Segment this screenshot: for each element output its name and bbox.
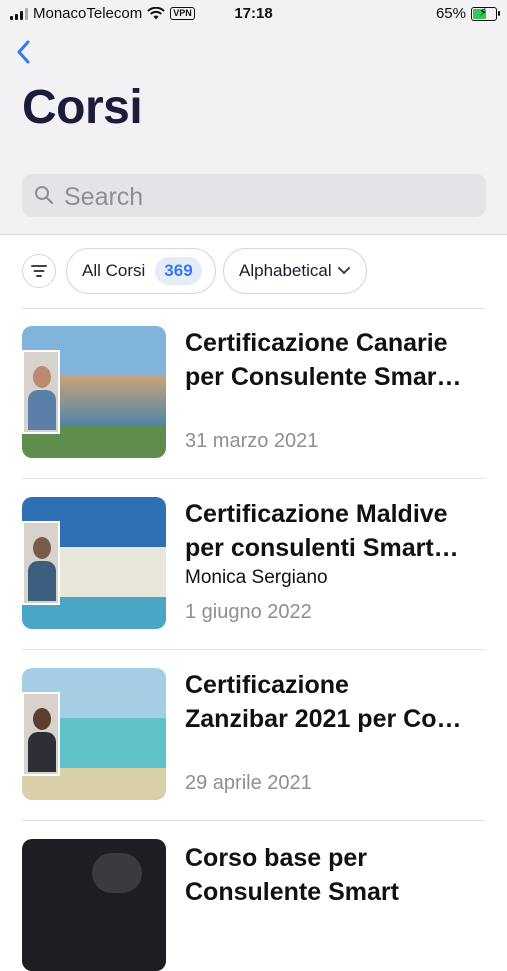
course-count-badge: 369 bbox=[155, 257, 202, 285]
course-item[interactable]: Corso base per Consulente Smart bbox=[22, 839, 486, 971]
divider bbox=[22, 308, 486, 309]
battery-icon: ⚡ bbox=[471, 5, 500, 21]
chevron-left-icon bbox=[17, 40, 30, 64]
divider bbox=[22, 820, 486, 821]
chevron-down-icon bbox=[337, 267, 350, 275]
filter-icon-line bbox=[31, 265, 47, 267]
sort-dropdown[interactable]: Alphabetical bbox=[223, 248, 367, 294]
search-icon bbox=[35, 186, 54, 205]
course-thumbnail bbox=[22, 497, 166, 629]
course-item[interactable]: Certificazione Maldive per consulenti Sma… bbox=[22, 497, 486, 629]
back-button[interactable] bbox=[16, 40, 40, 68]
course-date: 29 aprile 2021 bbox=[185, 772, 312, 794]
course-thumbnail bbox=[22, 839, 166, 971]
course-thumbnail bbox=[22, 668, 166, 800]
status-bar: MonacoTelecom VPN 17:18 65% ⚡ bbox=[0, 0, 507, 28]
filter-button[interactable] bbox=[22, 254, 56, 288]
course-item[interactable]: Certificazione Canarie per Consulente Sma… bbox=[22, 326, 486, 458]
page-title: Corsi bbox=[22, 81, 143, 134]
course-date: 31 marzo 2021 bbox=[185, 430, 319, 452]
course-thumbnail bbox=[22, 326, 166, 458]
status-time: 17:18 bbox=[234, 5, 273, 22]
filter-icon-line bbox=[36, 275, 42, 277]
filter-icon-line bbox=[33, 270, 45, 272]
course-title: Corso base per Consulente Smart bbox=[185, 844, 399, 906]
all-courses-label: All Corsi bbox=[82, 261, 146, 280]
divider bbox=[22, 649, 486, 650]
course-title: Certificazione Maldive per consulenti Sma… bbox=[185, 500, 459, 562]
divider bbox=[22, 478, 486, 479]
search-input[interactable]: Search bbox=[22, 174, 486, 217]
battery-percent: 65% bbox=[435, 5, 466, 22]
course-title: Certificazione Canarie per Consulente Sma… bbox=[185, 329, 462, 391]
sort-label: Alphabetical bbox=[239, 261, 332, 280]
course-date: 1 giugno 2022 bbox=[185, 601, 312, 623]
course-author: Monica Sergiano bbox=[185, 567, 328, 588]
search-placeholder: Search bbox=[64, 183, 144, 211]
navigation-header: Corsi Search bbox=[0, 28, 507, 235]
course-title: Certificazione Zanzibar 2021 per Co… bbox=[185, 671, 462, 733]
filter-bar: All Corsi 369 Alphabetical bbox=[22, 248, 492, 294]
all-courses-filter[interactable]: All Corsi 369 bbox=[66, 248, 216, 294]
course-item[interactable]: Certificazione Zanzibar 2021 per Co… 29 a… bbox=[22, 668, 486, 800]
